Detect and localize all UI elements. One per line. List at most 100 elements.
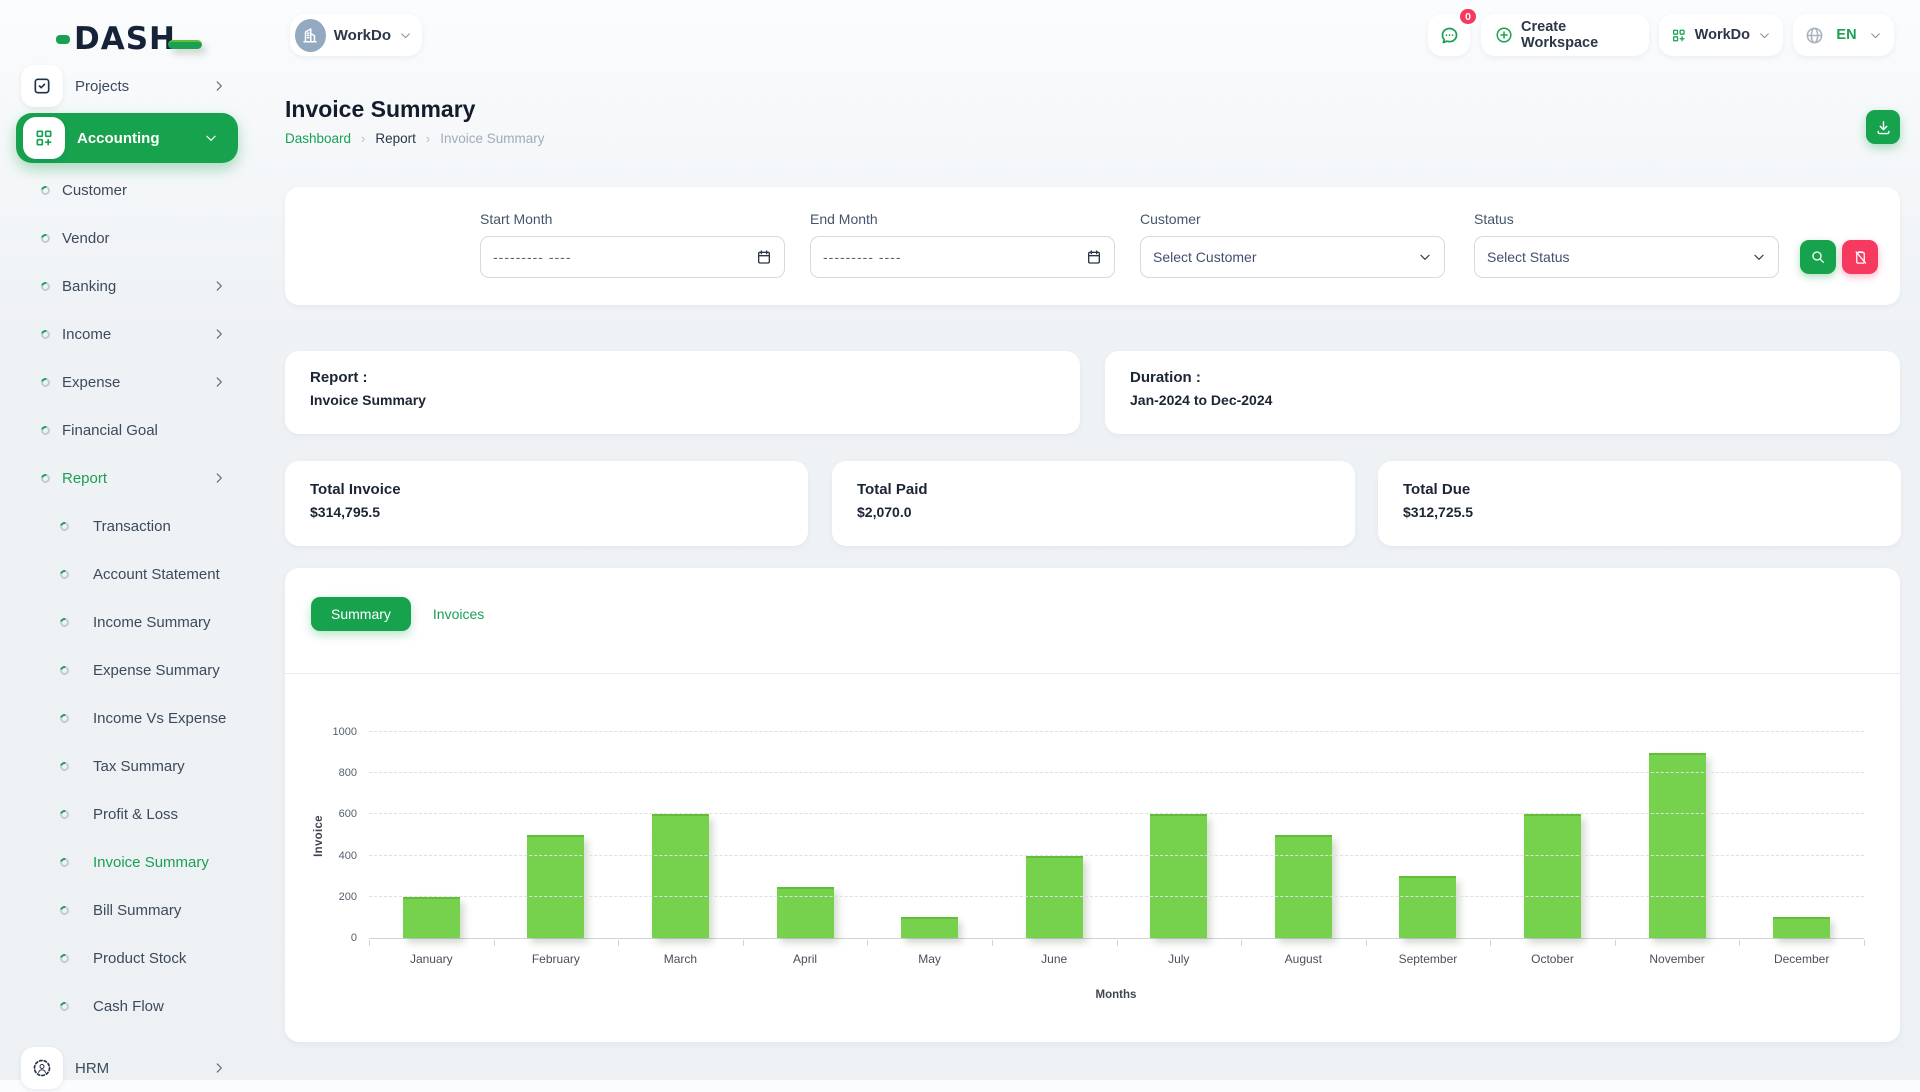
chevron-down-icon [1758, 29, 1771, 42]
sidebar-item-profit-loss[interactable]: Profit & Loss [0, 790, 262, 838]
bar-december[interactable] [1773, 917, 1830, 938]
bullet-icon [58, 616, 70, 628]
start-month-input[interactable]: --------- ---- [480, 236, 785, 278]
sidebar-item-account-statement[interactable]: Account Statement [0, 550, 262, 598]
sidebar-item-label: Bill Summary [93, 902, 262, 919]
sidebar-item-transaction[interactable]: Transaction [0, 502, 262, 550]
workspace-menu[interactable]: WorkDo [1659, 14, 1783, 56]
language-label: EN [1832, 27, 1861, 43]
bar-july[interactable] [1150, 814, 1207, 938]
sidebar-item-vendor[interactable]: Vendor [0, 214, 262, 262]
sidebar-item-banking[interactable]: Banking [0, 262, 262, 310]
bar-january[interactable] [403, 897, 460, 938]
breadcrumb-report[interactable]: Report [375, 131, 416, 146]
sidebar-item-invoice-summary[interactable]: Invoice Summary [0, 838, 262, 886]
tab-invoices[interactable]: Invoices [429, 597, 488, 631]
sidebar-item-cash-flow[interactable]: Cash Flow [0, 982, 262, 1030]
end-month-input[interactable]: --------- ---- [810, 236, 1115, 278]
page-title: Invoice Summary [285, 96, 475, 123]
chevron-down-icon [1752, 250, 1766, 264]
y-tick-label: 400 [339, 850, 357, 862]
brand-name: DASH [74, 21, 176, 57]
sidebar-item-tax-summary[interactable]: Tax Summary [0, 742, 262, 790]
circle-plus-icon [1495, 25, 1513, 45]
x-label-july: July [1116, 952, 1241, 966]
bar-march[interactable] [652, 814, 709, 938]
filter-panel: Start Month --------- ---- End Month ---… [285, 187, 1900, 305]
globe-icon [1805, 26, 1824, 45]
bar-november[interactable] [1649, 753, 1706, 938]
sidebar-item-income-summary[interactable]: Income Summary [0, 598, 262, 646]
search-icon [1810, 249, 1826, 265]
sidebar-item-label: Invoice Summary [93, 854, 262, 871]
sidebar-item-label: Financial Goal [62, 422, 262, 439]
chevron-down-icon [1418, 250, 1432, 264]
reset-filter-button[interactable] [1842, 240, 1878, 274]
status-label: Status [1474, 211, 1779, 227]
x-label-may: May [867, 952, 992, 966]
apply-filter-button[interactable] [1800, 240, 1836, 274]
sidebar-item-product-stock[interactable]: Product Stock [0, 934, 262, 982]
status-select[interactable]: Select Status [1474, 236, 1779, 278]
create-workspace-button[interactable]: Create Workspace [1481, 14, 1649, 56]
message-bubble-icon [1439, 25, 1460, 46]
language-selector[interactable]: EN [1793, 14, 1894, 56]
sidebar-item-label: Expense Summary [93, 662, 262, 679]
bar-october[interactable] [1524, 814, 1581, 938]
sidebar-item-customer[interactable]: Customer [0, 166, 262, 214]
chevron-right-icon [212, 327, 226, 341]
bullet-icon [58, 664, 70, 676]
bar-april[interactable] [777, 887, 834, 939]
sidebar-item-report[interactable]: Report [0, 454, 262, 502]
bullet-icon [58, 952, 70, 964]
workspace-switcher[interactable]: WorkDo [290, 14, 422, 56]
gridline [369, 731, 1864, 732]
report-label: Report : [310, 369, 1055, 386]
download-report-button[interactable] [1866, 110, 1900, 144]
messages-button[interactable]: 0 [1428, 14, 1470, 56]
projects-checkbox-icon [21, 65, 63, 107]
logo-accent-bar [168, 40, 202, 49]
sidebar-item-label: Accounting [77, 130, 204, 147]
brand-logo[interactable]: DASH [56, 22, 202, 56]
bullet-icon [39, 376, 51, 388]
total-value: $314,795.5 [310, 504, 783, 520]
total-invoice-card: Total Invoice$314,795.5 [285, 461, 808, 546]
duration-card: Duration : Jan-2024 to Dec-2024 [1105, 351, 1900, 434]
sidebar-item-label: Vendor [62, 230, 262, 247]
chevron-right-icon [212, 1061, 226, 1075]
duration-value: Jan-2024 to Dec-2024 [1130, 392, 1875, 408]
tab-summary[interactable]: Summary [311, 597, 411, 631]
sidebar-item-projects[interactable]: Projects [0, 62, 262, 110]
sidebar-item-expense[interactable]: Expense [0, 358, 262, 406]
customer-select[interactable]: Select Customer [1140, 236, 1445, 278]
bar-september[interactable] [1399, 876, 1456, 938]
sidebar-item-income-vs-expense[interactable]: Income Vs Expense [0, 694, 262, 742]
sidebar: DASH Projects Accounting Customer Vendor B… [0, 0, 262, 1080]
chevron-right-icon [212, 471, 226, 485]
sidebar-item-bill-summary[interactable]: Bill Summary [0, 886, 262, 934]
x-axis-ticks [369, 940, 1864, 946]
sidebar-item-expense-summary[interactable]: Expense Summary [0, 646, 262, 694]
chevron-down-icon [399, 29, 412, 42]
x-label-august: August [1241, 952, 1366, 966]
x-axis-labels: JanuaryFebruaryMarchAprilMayJuneJulyAugu… [369, 952, 1864, 966]
sidebar-item-accounting[interactable]: Accounting [16, 113, 238, 163]
customer-label: Customer [1140, 211, 1445, 227]
sidebar-item-income[interactable]: Income [0, 310, 262, 358]
sidebar-item-label: HRM [75, 1060, 212, 1077]
sidebar-item-label: Income Summary [93, 614, 262, 631]
grid-plus-icon [1671, 26, 1687, 45]
bar-may[interactable] [901, 917, 958, 938]
sidebar-item-hrm[interactable]: HRM [0, 1044, 262, 1092]
bullet-icon [58, 856, 70, 868]
breadcrumb-dashboard[interactable]: Dashboard [285, 131, 351, 146]
bar-february[interactable] [527, 835, 584, 938]
bar-august[interactable] [1275, 835, 1332, 938]
breadcrumb-current: Invoice Summary [440, 131, 544, 146]
x-label-june: June [992, 952, 1117, 966]
y-axis-title: Invoice [313, 815, 325, 857]
sidebar-item-financial-goal[interactable]: Financial Goal [0, 406, 262, 454]
chevron-right-icon [212, 79, 226, 93]
sidebar-item-label: Report [62, 470, 212, 487]
